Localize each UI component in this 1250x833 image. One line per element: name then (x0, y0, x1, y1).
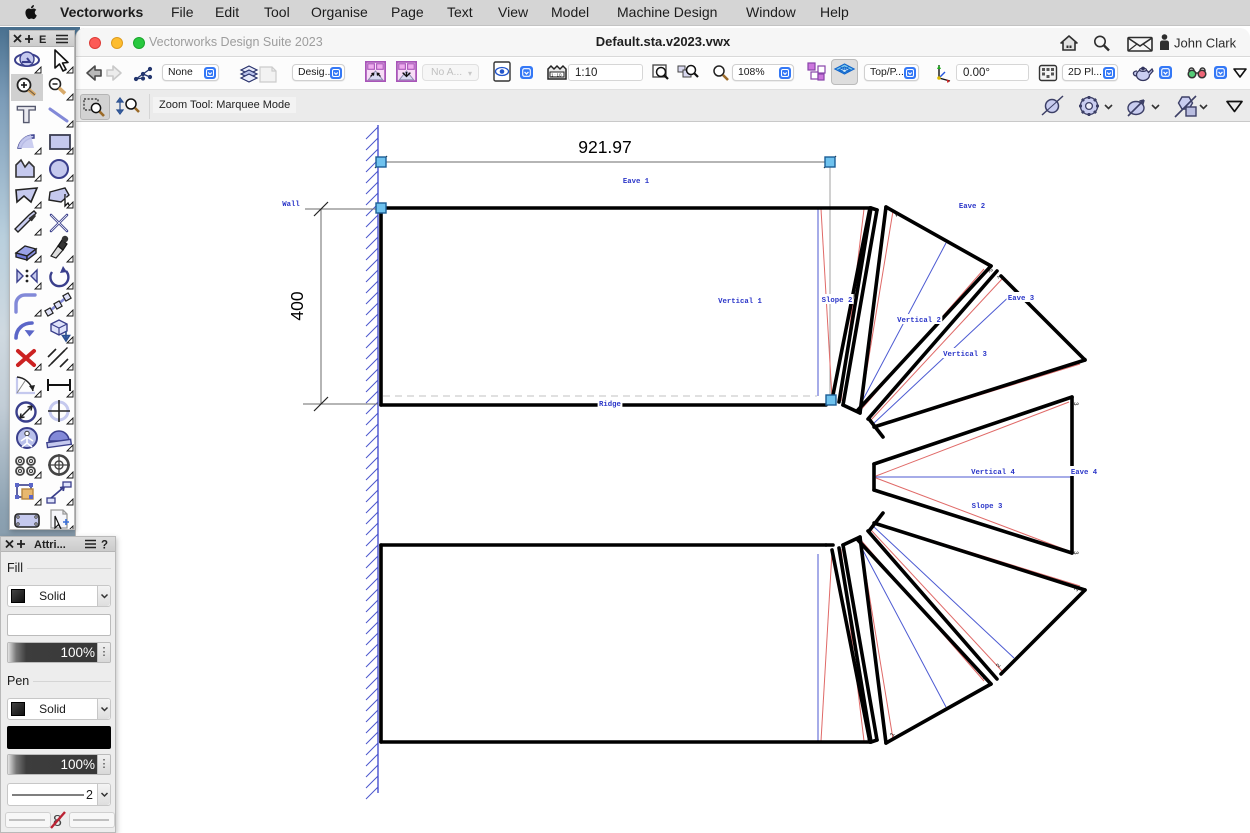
svg-text:John Clark: John Clark (1174, 36, 1237, 51)
svg-text:?: ? (101, 540, 108, 552)
svg-text:Attri...: Attri... (34, 539, 66, 551)
svg-text:1 : 10: 1 : 10 (551, 72, 562, 77)
svg-text:E: E (39, 34, 46, 46)
